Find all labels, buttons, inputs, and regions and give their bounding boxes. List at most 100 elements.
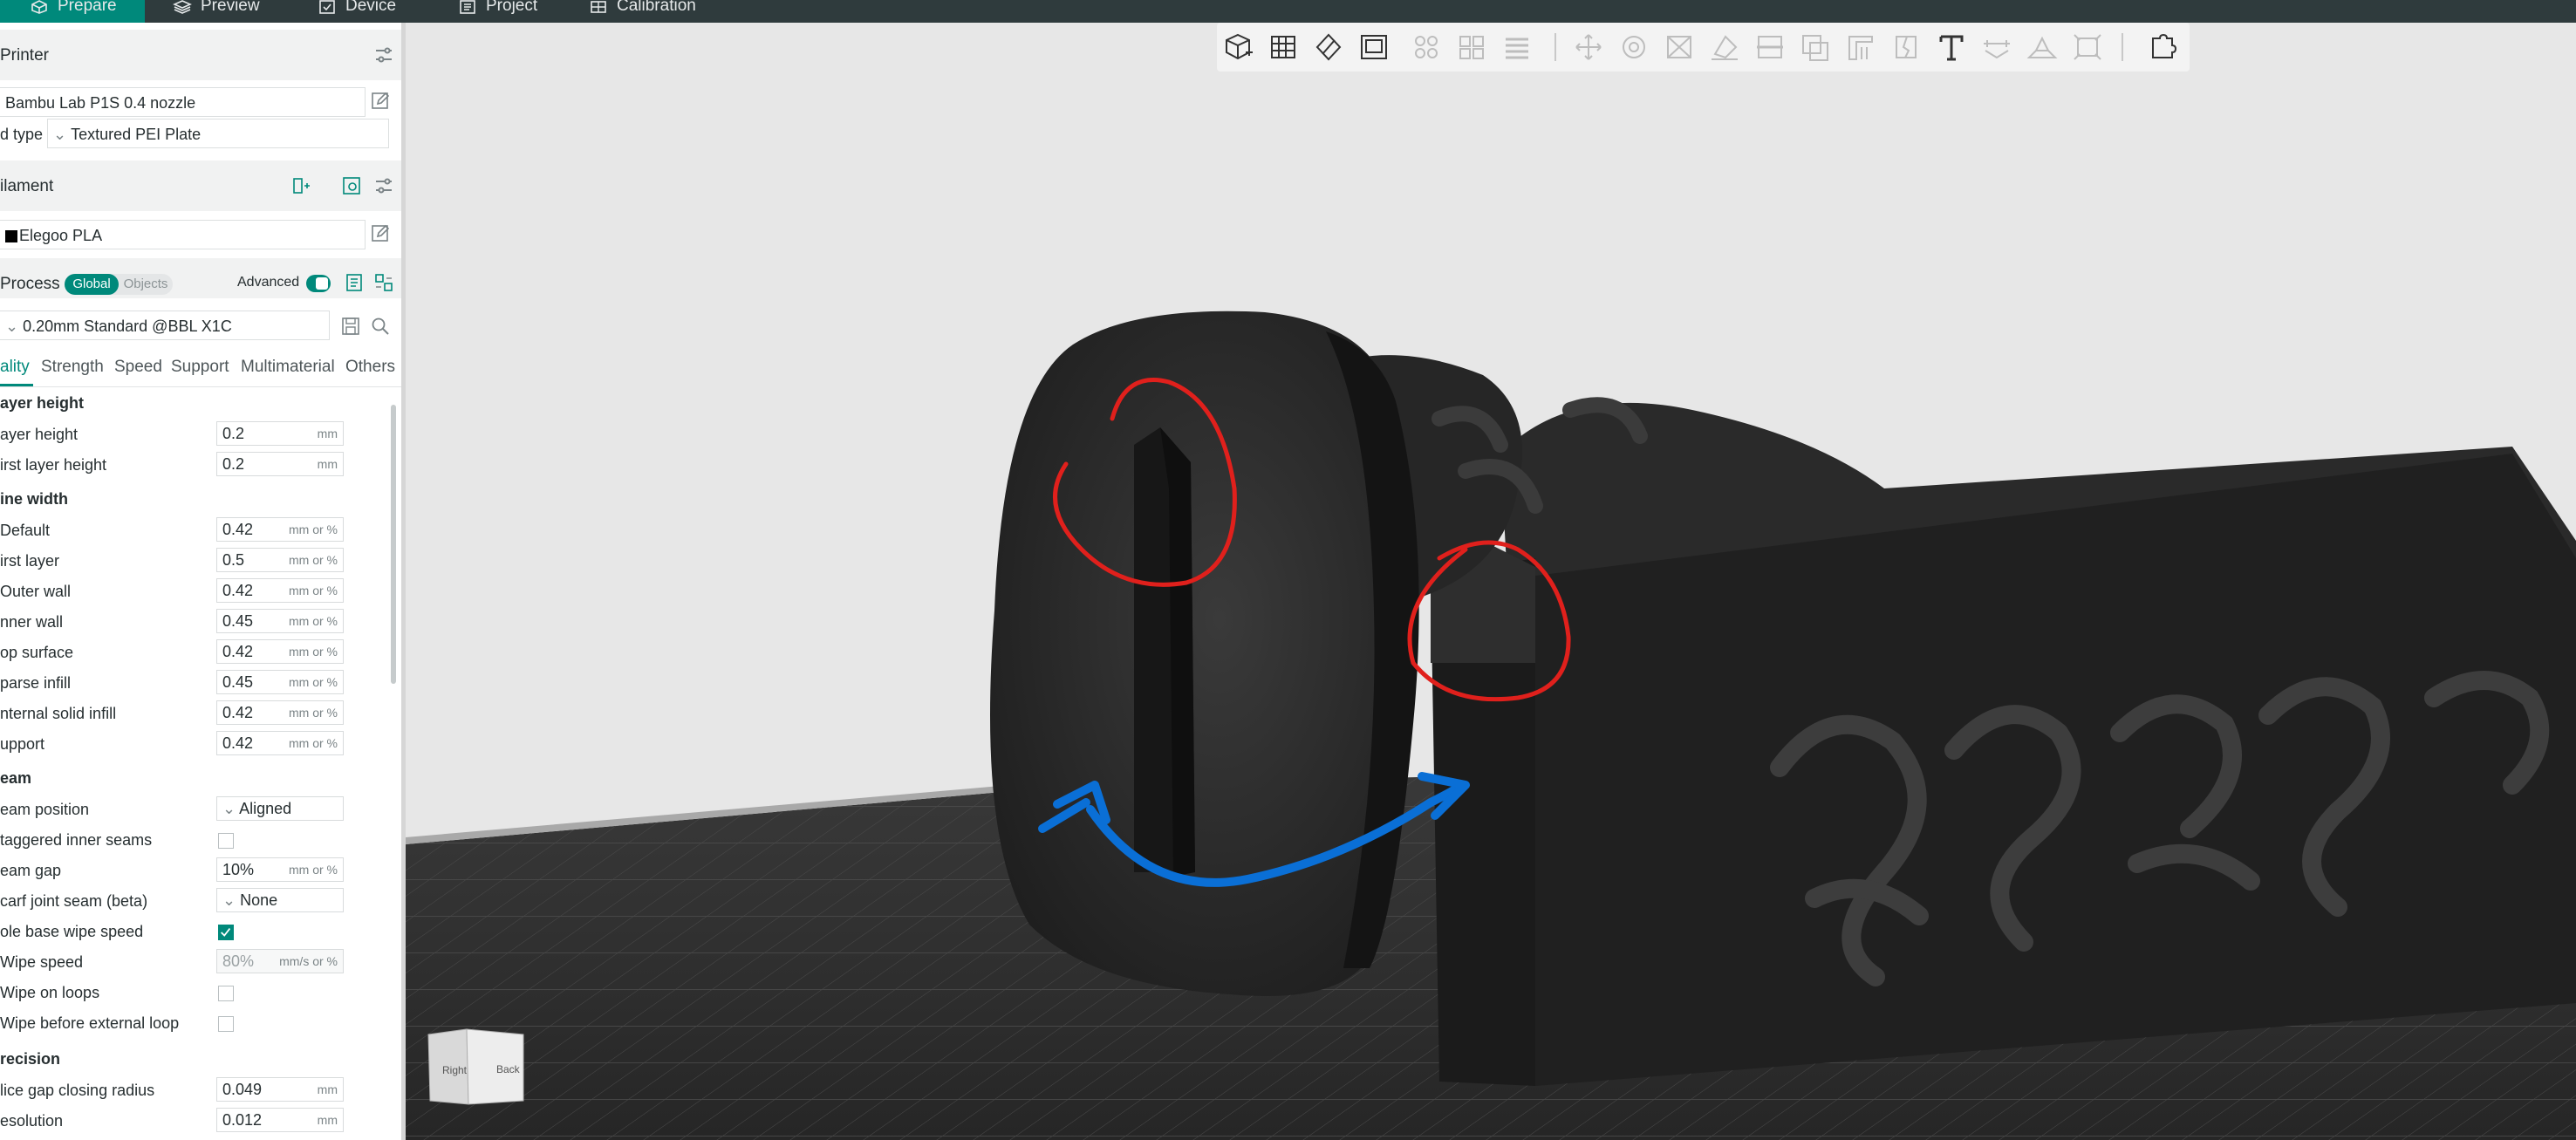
resolution-unit: mm (317, 1113, 338, 1127)
outer-wall-width-value: 0.42 (222, 582, 254, 599)
text-icon[interactable] (1935, 31, 1968, 63)
printer-settings-icon[interactable] (373, 44, 394, 65)
tab-prepare-label: Prepare (58, 0, 117, 15)
add-object-icon[interactable] (1221, 31, 1254, 63)
boolean-icon[interactable] (1799, 31, 1832, 63)
top-surface-width-input[interactable]: 0.42 mm or % (216, 639, 344, 664)
slice-gap-closing-radius-label: lice gap closing radius (0, 1082, 155, 1099)
settings-scrollbar[interactable] (391, 405, 396, 684)
tab-preview[interactable]: Preview (173, 0, 260, 23)
split-parts-icon[interactable] (1455, 31, 1488, 63)
tab-strength[interactable]: Strength (41, 358, 104, 377)
measure-icon[interactable] (1980, 31, 2013, 63)
staggered-inner-seams-label: taggered inner seams (0, 831, 153, 849)
global-mode-button[interactable]: Global (65, 274, 119, 295)
settings-sidebar: Printer Bambu Lab P1S 0.4 nozzle d type … (0, 23, 401, 1140)
move-icon[interactable] (1572, 31, 1605, 63)
search-icon[interactable] (370, 316, 391, 337)
support-width-value: 0.42 (222, 734, 254, 752)
internal-solid-infill-width-input[interactable]: 0.42 mm or % (216, 700, 344, 725)
resolution-input[interactable]: 0.012 mm (216, 1108, 344, 1132)
fit-to-bed-icon[interactable] (2071, 31, 2104, 63)
filament-edit-icon[interactable] (370, 223, 391, 244)
auto-orient-icon[interactable] (1312, 31, 1345, 63)
slice-gap-closing-radius-input[interactable]: 0.049 mm (216, 1077, 344, 1102)
variable-layer-height-icon[interactable] (1500, 31, 1534, 63)
filament-color-swatch (5, 230, 17, 243)
lay-on-face-icon[interactable] (1708, 31, 1741, 63)
printer-select-value: Bambu Lab P1S 0.4 nozzle (5, 94, 196, 112)
outer-wall-width-input[interactable]: 0.42 mm or % (216, 578, 344, 603)
tab-support[interactable]: Support (171, 358, 229, 377)
arrange-icon[interactable] (1357, 31, 1390, 63)
tab-calibration[interactable]: Calibration (589, 0, 696, 23)
assembly-icon[interactable] (2026, 31, 2059, 63)
wipe-on-loops-checkbox[interactable] (218, 986, 234, 1001)
layer-height-input[interactable]: 0.2 mm (216, 421, 344, 446)
tab-speed[interactable]: Speed (114, 358, 162, 377)
default-width-value: 0.42 (222, 521, 254, 538)
filament-section-header: ilament (0, 160, 401, 211)
calibration-icon (591, 1, 606, 13)
resolution-label: esolution (0, 1112, 64, 1130)
filament-select[interactable]: Elegoo PLA (0, 220, 366, 249)
staggered-inner-seams-checkbox[interactable] (218, 833, 234, 849)
add-plate-icon[interactable] (1267, 31, 1300, 63)
bed-type-select[interactable]: ⌄ Textured PEI Plate (47, 119, 389, 148)
first-layer-height-input[interactable]: 0.2 mm (216, 452, 344, 476)
filament-settings-icon[interactable] (373, 175, 394, 196)
scarf-joint-seam-select[interactable]: ⌄ None (216, 888, 344, 912)
support-width-unit: mm or % (289, 736, 338, 750)
tab-quality[interactable]: ality (0, 358, 30, 377)
support-width-input[interactable]: 0.42 mm or % (216, 731, 344, 755)
tab-others[interactable]: Others (345, 358, 395, 377)
process-preset-select[interactable]: ⌄ 0.20mm Standard @BBL X1C (0, 311, 330, 340)
seam-painting-icon[interactable] (1889, 31, 1923, 63)
bed-type-label: d type (0, 126, 44, 143)
scale-icon[interactable] (1663, 31, 1696, 63)
process-preset-value: 0.20mm Standard @BBL X1C (23, 317, 232, 335)
first-layer-width-input[interactable]: 0.5 mm or % (216, 548, 344, 572)
advanced-toggle[interactable] (306, 275, 331, 292)
objects-mode-button[interactable]: Objects (119, 274, 173, 295)
first-layer-width-value: 0.5 (222, 551, 245, 569)
printer-edit-icon[interactable] (370, 91, 391, 112)
rotate-icon[interactable] (1617, 31, 1650, 63)
tab-prepare[interactable]: Prepare (0, 0, 145, 23)
wipe-speed-input[interactable]: 80% mm/s or % (216, 949, 344, 973)
top-surface-width-label: op surface (0, 644, 74, 661)
layer-height-unit: mm (317, 427, 338, 440)
cut-icon[interactable] (1753, 31, 1787, 63)
inner-wall-width-input[interactable]: 0.45 mm or % (216, 609, 344, 633)
printer-select[interactable]: Bambu Lab P1S 0.4 nozzle (0, 87, 366, 117)
split-objects-icon[interactable] (1410, 31, 1443, 63)
role-base-wipe-speed-checkbox[interactable] (218, 925, 234, 940)
process-section-title: Process (0, 275, 60, 293)
process-settings-icon[interactable] (373, 272, 394, 293)
compare-presets-icon[interactable] (344, 272, 365, 293)
scarf-joint-seam-value: None (240, 891, 278, 909)
tab-device[interactable]: Device (318, 0, 396, 23)
layer-height-value: 0.2 (222, 425, 245, 442)
model-handle (990, 311, 1419, 996)
cube-icon (31, 0, 47, 14)
seam-gap-input[interactable]: 10% mm or % (216, 857, 344, 882)
seam-position-select[interactable]: ⌄ Aligned (216, 796, 344, 821)
tab-multimaterial[interactable]: Multimaterial (241, 358, 335, 377)
sparse-infill-width-input[interactable]: 0.45 mm or % (216, 670, 344, 694)
first-layer-width-label: irst layer (0, 552, 60, 570)
scene-canvas[interactable] (406, 23, 2576, 1140)
first-layer-height-value: 0.2 (222, 455, 245, 473)
puzzle-icon[interactable] (2146, 31, 2179, 63)
layers-icon (173, 0, 192, 14)
save-preset-icon[interactable] (340, 316, 361, 337)
chevron-down-icon: ⌄ (222, 800, 240, 817)
tab-project[interactable]: Project (458, 0, 537, 23)
default-width-input[interactable]: 0.42 mm or % (216, 517, 344, 542)
filament-sync-icon[interactable] (341, 175, 362, 196)
add-filament-icon[interactable] (290, 175, 311, 196)
support-painting-icon[interactable] (1844, 31, 1877, 63)
wipe-before-external-loop-checkbox[interactable] (218, 1016, 234, 1032)
3d-viewport[interactable]: Right Back (406, 23, 2576, 1140)
internal-solid-infill-width-value: 0.42 (222, 704, 254, 721)
